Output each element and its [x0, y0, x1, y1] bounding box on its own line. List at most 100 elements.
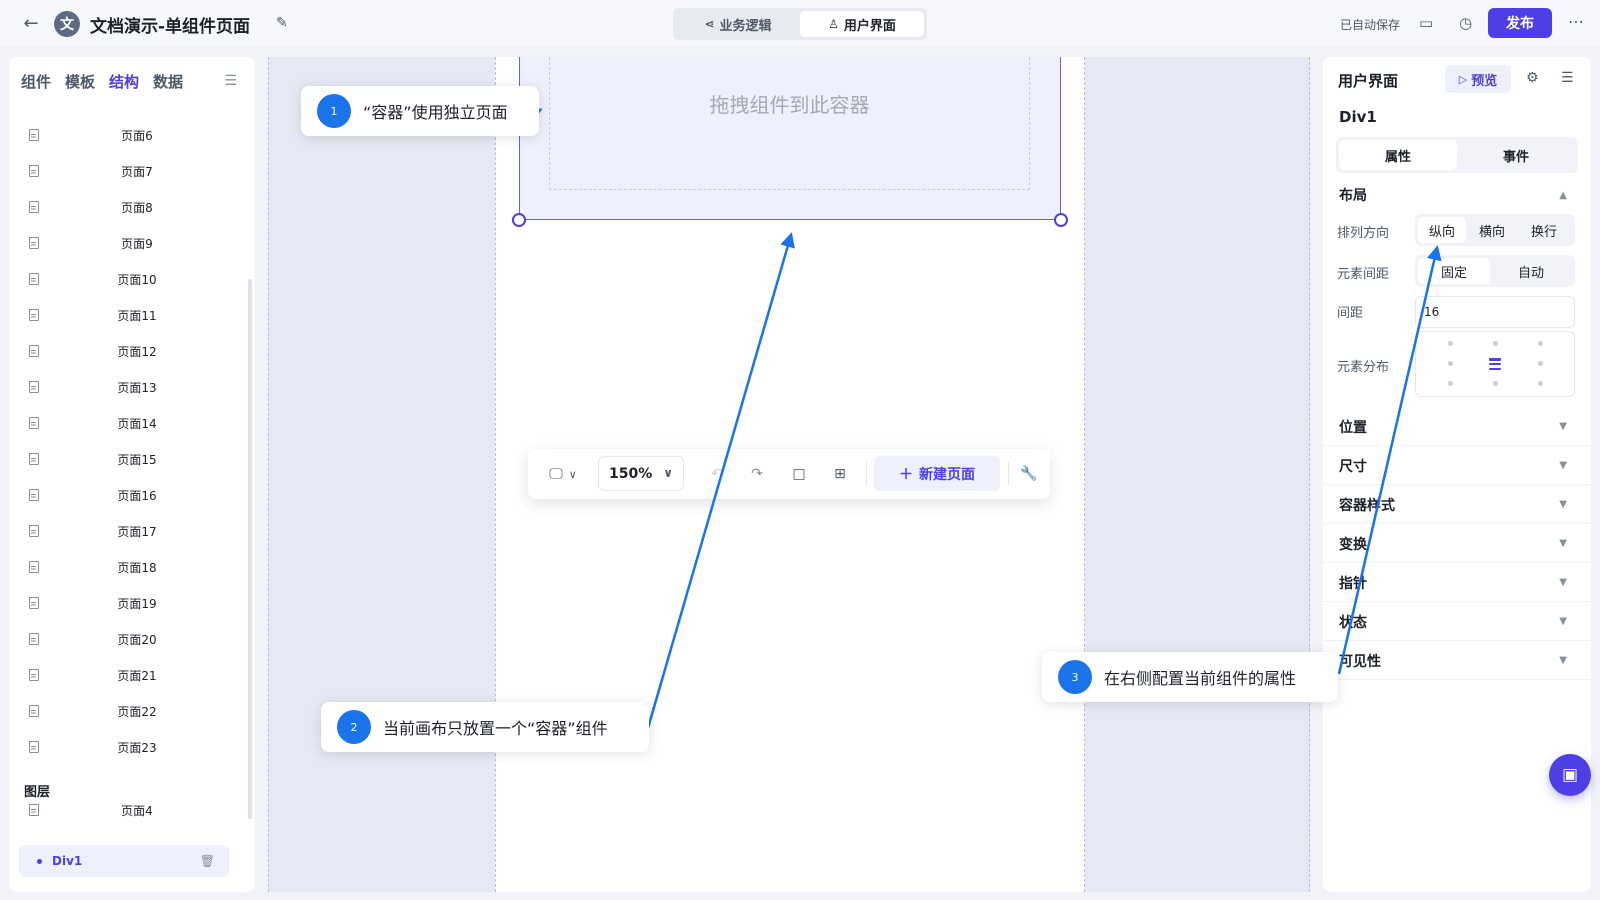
page-list-item[interactable]: 页面9	[9, 225, 245, 261]
section-label: 变换	[1339, 536, 1367, 553]
tab-label: 用户界面	[843, 18, 896, 34]
publish-button[interactable]: 发布	[1488, 8, 1552, 38]
more-icon[interactable]: ⋯	[1568, 12, 1584, 31]
collapse-panel-icon[interactable]: ☰	[1561, 70, 1574, 86]
tab-components[interactable]: 组件	[21, 71, 51, 92]
page-list-scrollbar[interactable]	[248, 279, 252, 819]
section-header[interactable]: 位置 ▼	[1323, 408, 1591, 446]
grid-icon[interactable]: ⊞	[827, 461, 853, 487]
page-list-item[interactable]: 页面22	[9, 693, 245, 729]
chevron-down-icon: ▼	[1559, 616, 1567, 627]
history-icon[interactable]: ◷	[1459, 14, 1472, 32]
settings-gear-icon[interactable]: ⚙	[1526, 70, 1539, 86]
align-middle-right[interactable]	[1538, 361, 1543, 366]
undo-icon[interactable]: ↶	[704, 461, 730, 487]
page-name: 页面22	[117, 704, 157, 719]
align-bottom-left[interactable]	[1448, 381, 1453, 386]
page-list-item[interactable]: 页面18	[9, 549, 245, 585]
tab-business-logic[interactable]: ⋖ 业务逻辑	[676, 11, 800, 37]
drop-placeholder: 拖拽组件到此容器	[709, 93, 870, 117]
section-header[interactable]: 指针 ▼	[1323, 564, 1591, 602]
direction-wrap[interactable]: 换行	[1518, 217, 1570, 243]
page-list-item[interactable]: 页面19	[9, 585, 245, 621]
tab-user-interface[interactable]: ♙ 用户界面	[800, 11, 924, 37]
page-name: 页面13	[117, 380, 157, 395]
page-list-item[interactable]: 页面10	[9, 261, 245, 297]
page-name: 页面17	[117, 524, 157, 539]
page-list-item[interactable]: 页面23	[9, 729, 245, 765]
direction-segmented: 纵向 横向 换行	[1415, 214, 1575, 246]
section-header[interactable]: 尺寸 ▼	[1323, 447, 1591, 485]
collapse-panel-icon[interactable]: ☰	[224, 73, 237, 89]
annotation-text: 在右侧配置当前组件的属性	[1104, 669, 1297, 688]
new-page-button[interactable]: ＋ 新建页面	[874, 456, 1000, 491]
assistant-fab-icon[interactable]: ▣	[1549, 754, 1591, 796]
page-name: 页面15	[117, 452, 157, 467]
save-icon[interactable]: ▭	[1419, 14, 1433, 32]
tab-properties[interactable]: 属性	[1339, 140, 1457, 170]
page-list-item[interactable]: 页面15	[9, 441, 245, 477]
page-name: 页面9	[121, 236, 153, 251]
section-label: 尺寸	[1339, 458, 1367, 475]
align-top-center[interactable]	[1493, 341, 1498, 346]
resize-handle-right[interactable]	[1054, 213, 1068, 227]
drop-zone[interactable]: 拖拽组件到此容器	[549, 57, 1030, 190]
section-header[interactable]: 变换 ▼	[1323, 525, 1591, 563]
page-name: 页面20	[117, 632, 157, 647]
chevron-down-icon: ▼	[1559, 538, 1567, 549]
square-frame-icon[interactable]: □	[786, 461, 812, 487]
tab-templates[interactable]: 模板	[65, 71, 95, 92]
align-top-left[interactable]	[1448, 341, 1453, 346]
distribution-grid[interactable]	[1415, 331, 1575, 397]
annotation-number: 2	[337, 710, 371, 744]
page-list-item[interactable]: 页面17	[9, 513, 245, 549]
section-layout[interactable]: 布局 ▲	[1323, 176, 1591, 214]
page-list-item[interactable]: 页面21	[9, 657, 245, 693]
preview-label: 预览	[1471, 73, 1498, 89]
trash-icon[interactable]: 🗑	[200, 854, 215, 868]
back-arrow-icon[interactable]: ←	[20, 12, 42, 34]
align-top-right[interactable]	[1538, 341, 1543, 346]
redo-icon[interactable]: ↷	[744, 461, 770, 487]
resize-handle-left[interactable]	[512, 213, 526, 227]
device-select[interactable]: 🖵 ∨	[542, 461, 584, 487]
layer-component-item[interactable]: Div1 🗑	[19, 845, 229, 877]
page-name: 页面11	[117, 308, 157, 323]
section-header[interactable]: 可见性 ▼	[1323, 642, 1591, 680]
page-list-item[interactable]: 页面6	[9, 117, 245, 153]
section-header[interactable]: 状态 ▼	[1323, 603, 1591, 641]
tab-structure[interactable]: 结构	[109, 71, 139, 92]
page-list-item[interactable]: 页面20	[9, 621, 245, 657]
page-list-item[interactable]: 页面14	[9, 405, 245, 441]
zoom-select[interactable]: 150% ∨	[598, 456, 684, 491]
section-header[interactable]: 容器样式 ▼	[1323, 486, 1591, 524]
gap-mode-label: 元素间距	[1337, 267, 1390, 282]
section-label: 布局	[1339, 188, 1367, 204]
wrench-icon[interactable]: 🔧	[1014, 461, 1044, 487]
page-list-item[interactable]: 页面12	[9, 333, 245, 369]
preview-button[interactable]: ▷ 预览	[1445, 65, 1511, 93]
tab-data[interactable]: 数据	[153, 71, 183, 92]
align-middle-left[interactable]	[1448, 361, 1453, 366]
annotation-callout-3: 3 在右侧配置当前组件的属性	[1042, 652, 1338, 702]
direction-horizontal[interactable]: 横向	[1466, 217, 1518, 243]
page-list-item[interactable]: 页面7	[9, 153, 245, 189]
page-list-item[interactable]: 页面8	[9, 189, 245, 225]
gap-auto[interactable]: 自动	[1490, 258, 1572, 284]
props-events-tabs: 属性 事件	[1336, 137, 1578, 173]
page-name: 页面23	[117, 740, 157, 755]
page-name: 页面18	[117, 560, 157, 575]
page-list-item[interactable]: 页面16	[9, 477, 245, 513]
gap-fixed[interactable]: 固定	[1418, 258, 1490, 284]
page-list-item[interactable]: 页面11	[9, 297, 245, 333]
gap-input[interactable]	[1415, 296, 1575, 328]
page-list-item[interactable]: 页面13	[9, 369, 245, 405]
autosave-status: 已自动保存	[1340, 18, 1401, 32]
edit-pencil-icon[interactable]: ✎	[276, 15, 288, 31]
align-bottom-center[interactable]	[1493, 381, 1498, 386]
align-bottom-right[interactable]	[1538, 381, 1543, 386]
align-middle-center-icon[interactable]	[1489, 358, 1501, 370]
direction-vertical[interactable]: 纵向	[1418, 217, 1466, 243]
tab-events[interactable]: 事件	[1457, 140, 1575, 170]
layer-page-item[interactable]: 页面4	[9, 792, 245, 828]
